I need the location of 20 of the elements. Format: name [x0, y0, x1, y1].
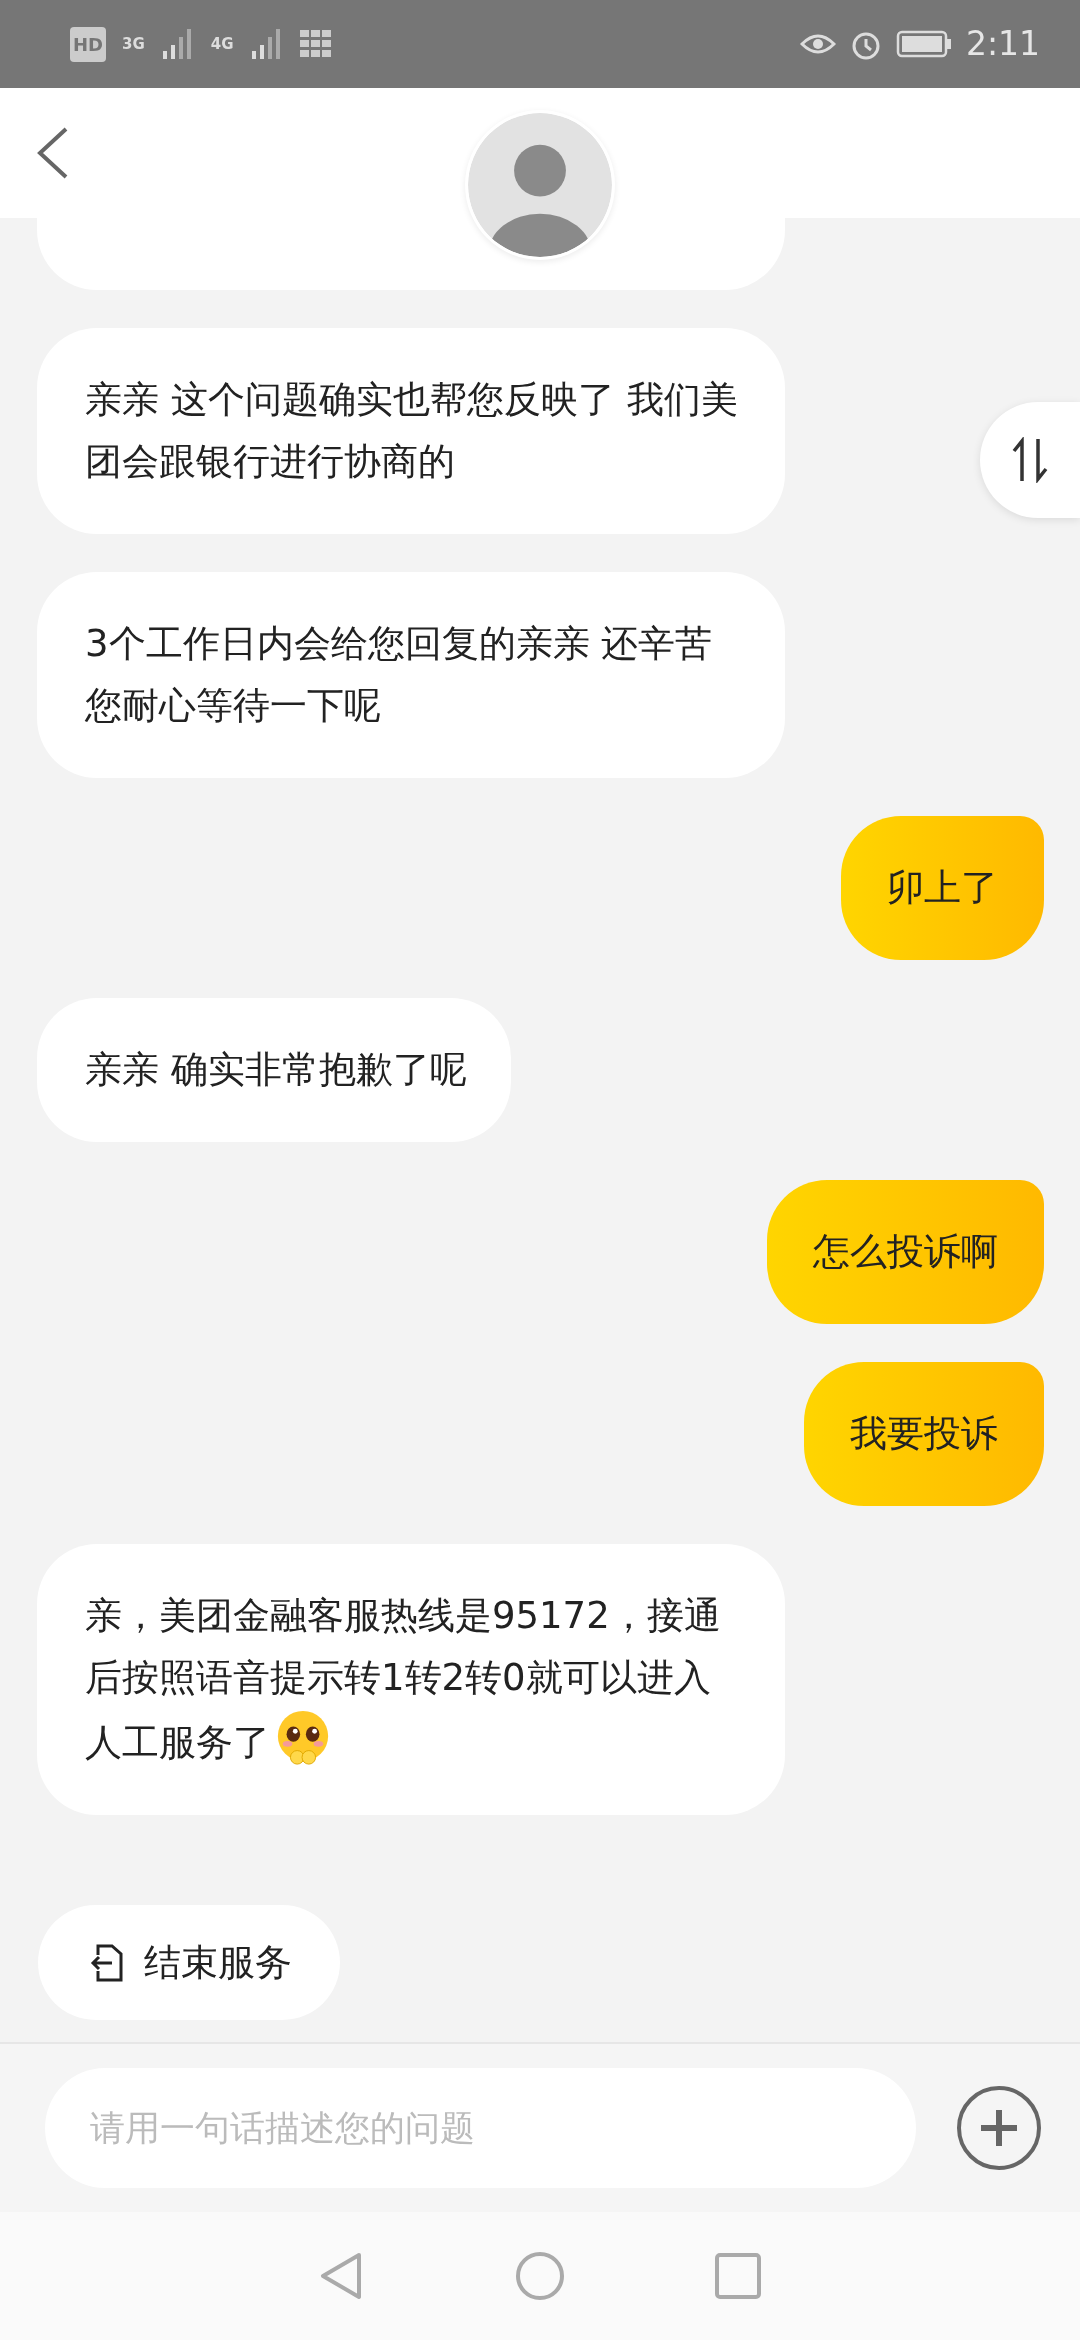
clock-time: 2:11: [965, 23, 1040, 66]
add-button[interactable]: [956, 2085, 1042, 2171]
message-bubble: 亲，美团金融客服热线是95172，接通后按照语音提示转1转2转0就可以进入人工服务了: [37, 1544, 785, 1815]
exit-icon: [90, 1942, 124, 1983]
message-bubble: 怎么投诉啊: [767, 1180, 1044, 1324]
network-label: HD: [70, 26, 106, 62]
back-button[interactable]: [36, 126, 70, 180]
network-label: 4G: [210, 36, 234, 52]
battery-icon: [895, 30, 952, 58]
message-bubble: 亲亲 这个问题确实也帮您反映了 我们美团会跟银行进行协商的: [37, 328, 785, 534]
message-bubble: 卯上了: [841, 816, 1044, 960]
message-bubble: 3个工作日内会给您回复的亲亲 还辛苦您耐心等待一下呢: [37, 572, 785, 778]
grid-icon: [299, 30, 332, 58]
message-bubble: 我要投诉: [804, 1362, 1044, 1506]
end-service-button[interactable]: 结束服务: [38, 1905, 340, 2020]
message-bubble: 亲亲 确实非常抱歉了呢: [37, 998, 511, 1142]
message-input[interactable]: 请用一句话描述您的问题: [45, 2068, 916, 2188]
network-label: 3G: [122, 36, 145, 52]
sort-arrows-icon: [1010, 437, 1050, 483]
sort-button[interactable]: [980, 402, 1080, 518]
